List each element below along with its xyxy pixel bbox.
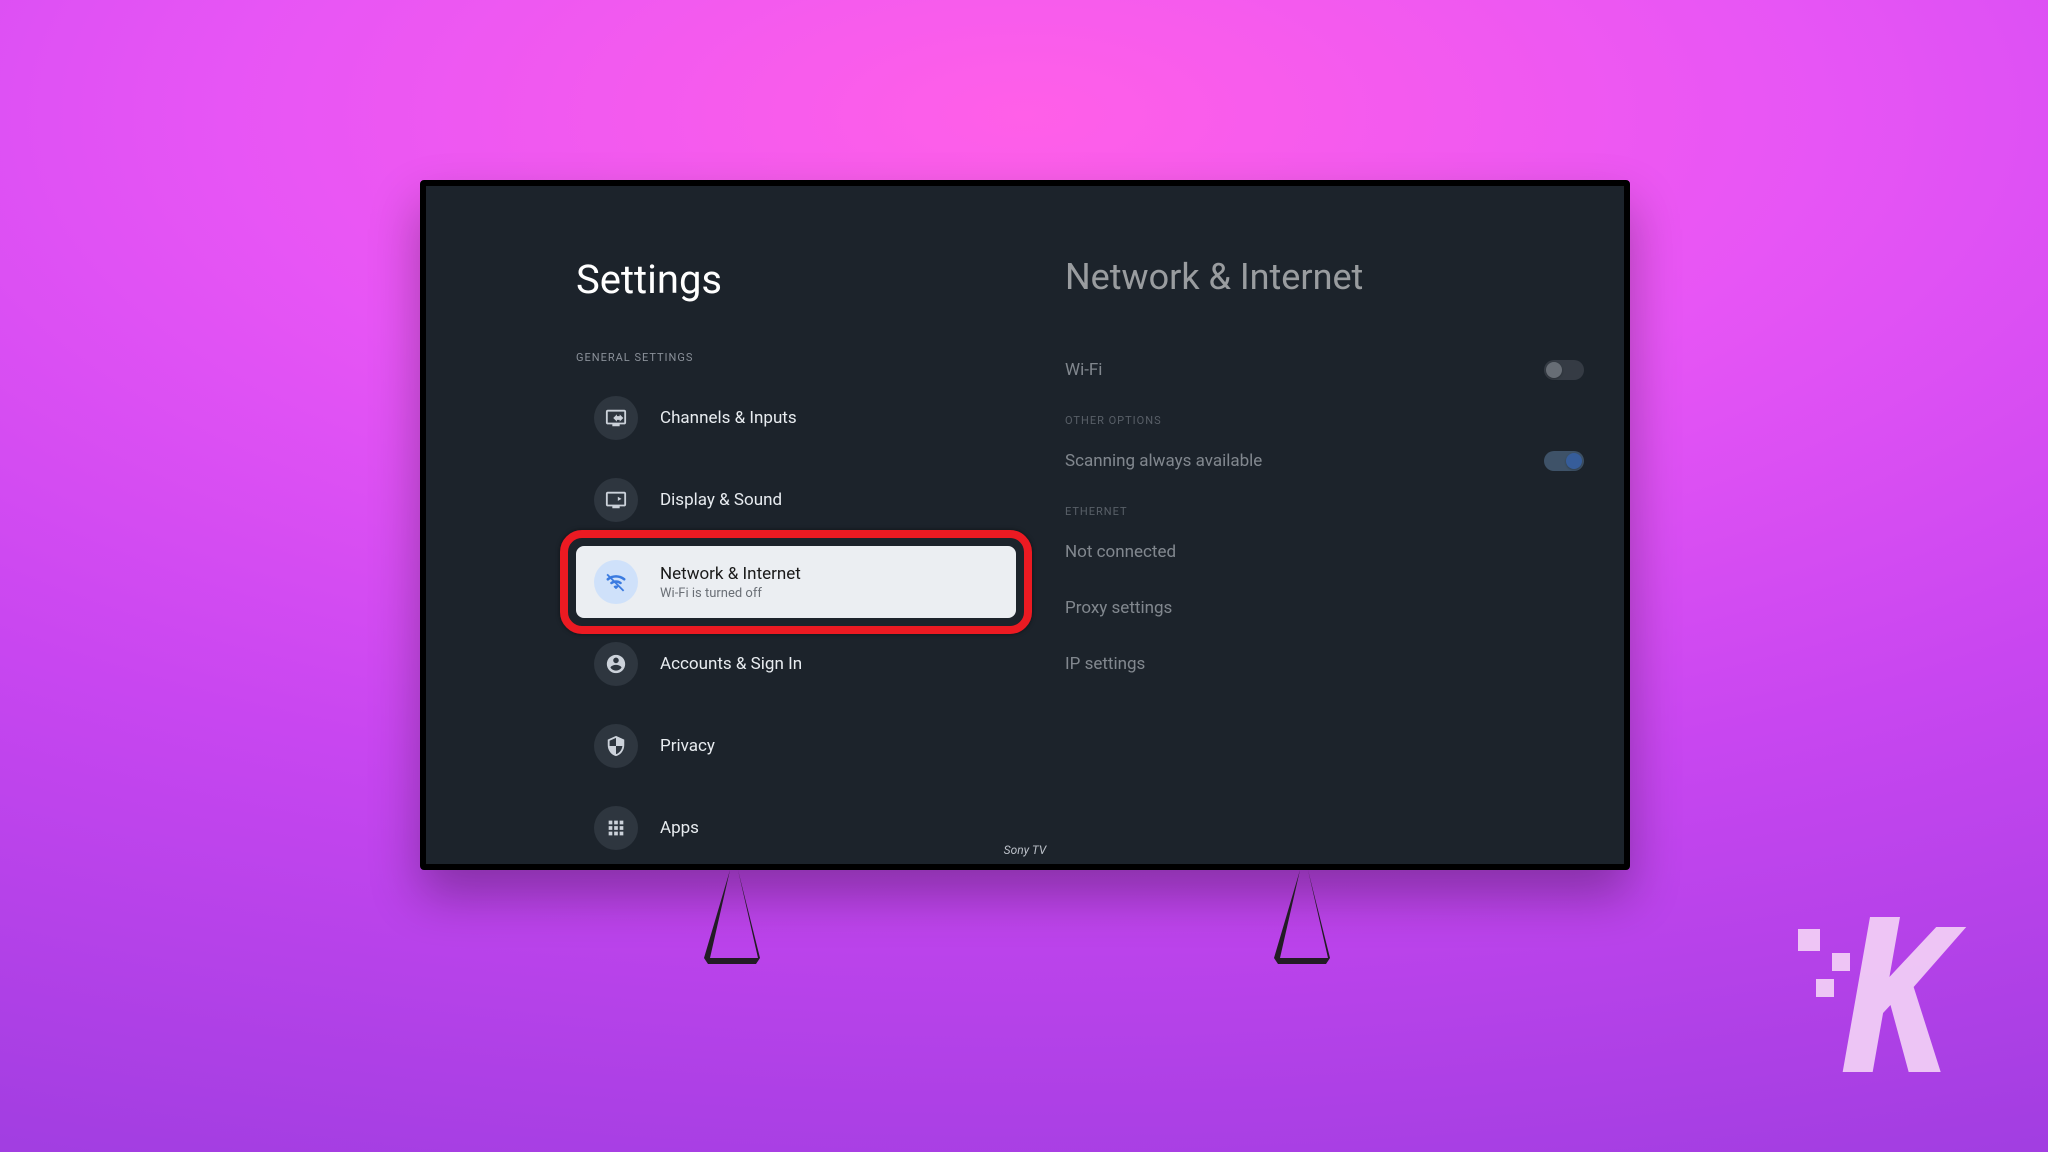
menu-sublabel: Wi-Fi is turned off [660,586,801,601]
settings-panel: Settings GENERAL SETTINGS Channels & Inp… [426,186,1025,864]
wifi-off-icon [594,560,638,604]
screen: Settings GENERAL SETTINGS Channels & Inp… [426,186,1624,864]
wifi-toggle[interactable] [1544,360,1584,380]
k-logo-icon [1798,917,1968,1072]
proxy-settings-row[interactable]: Proxy settings [1065,584,1584,632]
menu-item-display[interactable]: Display & Sound [576,464,1016,536]
ip-settings-row[interactable]: IP settings [1065,640,1584,688]
tv-leg-right [1270,870,1338,964]
ip-label: IP settings [1065,654,1145,674]
ethernet-status-row[interactable]: Not connected [1065,528,1584,576]
page-title: Settings [576,256,1025,303]
brand-logo [1798,917,1968,1072]
menu-label: Network & Internet [660,564,801,584]
toggle-knob [1566,453,1582,469]
wifi-toggle-row[interactable]: Wi-Fi [1065,346,1584,394]
account-icon [594,642,638,686]
section-header-ethernet: ETHERNET [1065,505,1584,518]
display-sound-icon [594,478,638,522]
menu-label: Channels & Inputs [660,408,797,428]
wifi-label: Wi-Fi [1065,360,1102,380]
scanning-toggle[interactable] [1544,451,1584,471]
tv-frame: Settings GENERAL SETTINGS Channels & Inp… [420,180,1630,870]
menu-label: Privacy [660,736,715,756]
menu-label: Apps [660,818,699,838]
tv-input-icon [594,396,638,440]
scanning-label: Scanning always available [1065,451,1262,471]
tv-legs [420,870,1630,964]
section-header-general: GENERAL SETTINGS [576,351,1025,364]
detail-title: Network & Internet [1065,256,1584,298]
tv-leg-left [700,870,768,964]
section-header-other: OTHER OPTIONS [1065,414,1584,427]
menu-item-privacy[interactable]: Privacy [576,710,1016,782]
menu-item-accounts[interactable]: Accounts & Sign In [576,628,1016,700]
proxy-label: Proxy settings [1065,598,1172,618]
privacy-icon [594,724,638,768]
tv-mockup: Settings GENERAL SETTINGS Channels & Inp… [420,180,1630,870]
menu-item-network[interactable]: Network & Internet Wi-Fi is turned off [576,546,1016,618]
menu-label: Accounts & Sign In [660,654,802,674]
caption: Sony TV [426,843,1624,857]
menu-item-channels[interactable]: Channels & Inputs [576,382,1016,454]
scanning-toggle-row[interactable]: Scanning always available [1065,437,1584,485]
menu-label: Display & Sound [660,490,782,510]
toggle-knob [1546,362,1562,378]
ethernet-status: Not connected [1065,542,1176,562]
detail-panel: Network & Internet Wi-Fi OTHER OPTIONS S… [1025,186,1624,864]
